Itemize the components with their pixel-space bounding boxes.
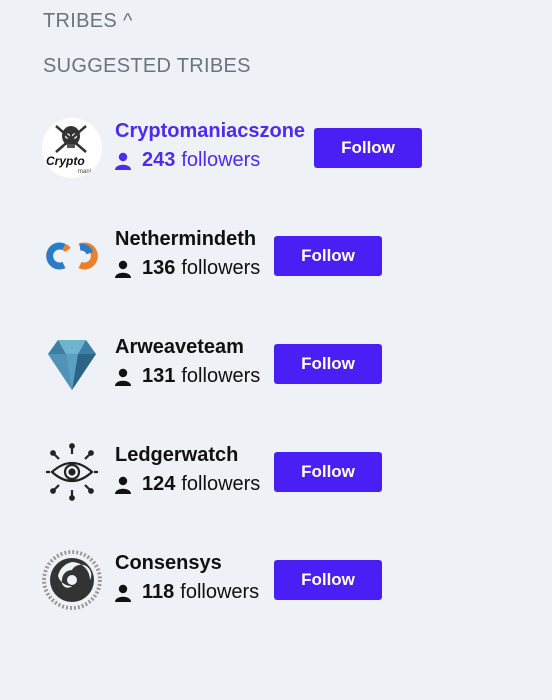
user-icon [115, 152, 131, 170]
swirl-logo-icon [42, 550, 102, 610]
tribe-name[interactable]: Ledgerwatch [115, 444, 260, 467]
follow-button[interactable]: Follow [314, 128, 422, 168]
tribe-item-ledgerwatch: Ledgerwatch 124 followers Follow [42, 442, 462, 504]
follow-button[interactable]: Follow [274, 452, 382, 492]
tribe-item-nethermindeth: Nethermindeth 136 followers Follow [42, 226, 462, 288]
follower-count: 124 followers [115, 473, 260, 496]
caret-up-icon: ^ [123, 10, 133, 32]
user-icon [115, 368, 131, 386]
user-icon [115, 260, 131, 278]
svg-text:Crypto: Crypto [46, 154, 85, 168]
follow-button[interactable]: Follow [274, 560, 382, 600]
tribe-name[interactable]: Arweaveteam [115, 336, 260, 359]
eye-logo-icon [42, 442, 102, 502]
follower-count: 136 followers [115, 257, 260, 280]
tribe-name[interactable]: Nethermindeth [115, 228, 260, 251]
follow-button[interactable]: Follow [274, 236, 382, 276]
user-icon [115, 584, 131, 602]
user-icon [115, 476, 131, 494]
follower-count: 243 followers [115, 149, 305, 172]
svg-text:mani: mani [78, 169, 91, 175]
skull-logo-icon: Crypto mani [42, 118, 102, 178]
tribe-name[interactable]: Cryptomaniacszone [115, 120, 305, 143]
tribe-item-cryptomaniacszone: Crypto mani Cryptomaniacszone 243 follow… [42, 118, 462, 180]
follow-button[interactable]: Follow [274, 344, 382, 384]
tribes-section-toggle[interactable]: TRIBES ^ [43, 10, 133, 33]
tribe-item-arweaveteam: Arweaveteam 131 followers Follow [42, 334, 462, 396]
tribe-item-consensys: Consensys 118 followers Follow [42, 550, 462, 612]
tribes-section-title: TRIBES [43, 10, 118, 32]
follower-count: 131 followers [115, 365, 260, 388]
suggested-tribes-heading: SUGGESTED TRIBES [43, 55, 251, 77]
diamond-logo-icon [42, 334, 102, 394]
nethermind-logo-icon [42, 226, 102, 286]
tribe-name[interactable]: Consensys [115, 552, 259, 575]
follower-count: 118 followers [115, 581, 259, 604]
